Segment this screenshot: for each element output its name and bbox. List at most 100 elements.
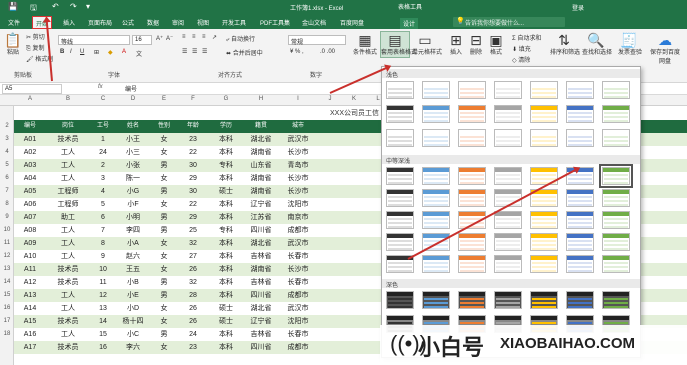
table-cell[interactable]: 本科 [208,289,244,302]
table-cell[interactable]: 女 [150,146,178,159]
table-cell[interactable]: 工人 [46,250,90,263]
copy-button[interactable]: ⎘ 复制 [26,43,44,53]
table-style-swatch[interactable] [386,105,414,123]
table-cell[interactable]: 26 [178,315,208,328]
table-style-swatch[interactable] [494,233,522,251]
tab-insert[interactable]: 插入 [63,18,75,27]
table-cell[interactable]: 7 [90,224,116,237]
table-cell[interactable]: A03 [14,159,46,172]
row-header[interactable]: 4 [0,149,14,155]
row-header[interactable]: 3 [0,136,14,142]
table-style-swatch[interactable] [458,189,486,207]
redo-icon[interactable]: ↷ [70,2,77,11]
table-cell[interactable]: 四川省 [244,224,278,237]
table-cell[interactable]: 小王 [116,133,150,146]
table-cell[interactable]: 本科 [208,250,244,263]
table-cell[interactable]: 四川省 [244,289,278,302]
fx-icon[interactable]: fx [98,84,103,90]
table-cell[interactable]: 男 [150,289,178,302]
table-cell[interactable]: 30 [178,159,208,172]
customize-qa-icon[interactable]: ▾ [86,2,90,11]
tab-formulas[interactable]: 公式 [122,18,134,27]
tell-me-search[interactable]: 💡 告诉我你想要做什么... [453,17,565,27]
insert-cells-button[interactable]: ⊞ 插入 [446,33,466,56]
format-cells-button[interactable]: ▣ 格式 [486,33,506,56]
table-cell[interactable]: 小A [116,237,150,250]
table-style-swatch[interactable] [494,167,522,185]
table-cell[interactable]: 5 [90,198,116,211]
table-cell[interactable]: A09 [14,237,46,250]
table-cell[interactable]: 四川省 [244,341,278,354]
table-cell[interactable]: 10 [90,263,116,276]
font-color-icon[interactable]: A [122,49,126,55]
table-style-swatch[interactable] [602,105,630,123]
table-cell[interactable]: 技术员 [46,133,90,146]
table-cell[interactable]: 女 [150,237,178,250]
table-style-swatch[interactable] [422,291,450,309]
table-cell[interactable]: 小B [116,276,150,289]
table-cell[interactable]: 23 [178,133,208,146]
table-cell[interactable]: 男 [150,328,178,341]
table-cell[interactable]: 29 [178,172,208,185]
table-cell[interactable]: 湖北省 [244,133,278,146]
table-cell[interactable]: A07 [14,211,46,224]
column-header[interactable]: A [14,96,46,102]
find-select-button[interactable]: 🔍 查找和选择 [582,33,612,56]
sort-filter-button[interactable]: ⇅ 排序和筛选 [550,33,580,56]
table-cell[interactable]: 小明 [116,211,150,224]
conditional-format-button[interactable]: ▦ 条件格式 [352,33,378,56]
table-style-swatch[interactable] [530,211,558,229]
column-header[interactable]: F [178,96,208,102]
table-cell[interactable]: 王五 [116,263,150,276]
table-style-swatch[interactable] [602,211,630,229]
row-header[interactable]: 17 [0,318,14,324]
table-cell[interactable]: 专科 [208,159,244,172]
table-style-swatch[interactable] [386,129,414,147]
table-cell[interactable]: A08 [14,224,46,237]
table-cell[interactable]: 吉林省 [244,276,278,289]
table-cell[interactable]: 本科 [208,328,244,341]
table-cell[interactable]: 小张 [116,159,150,172]
table-cell[interactable]: A12 [14,276,46,289]
phonetic-icon[interactable]: 文 [136,49,142,58]
table-cell[interactable]: 9 [90,250,116,263]
table-style-swatch[interactable] [566,129,594,147]
format-as-table-button[interactable]: ▤ 套用表格格式 [380,31,417,58]
table-header-cell[interactable] [342,120,366,133]
tab-developer[interactable]: 开发工具 [222,18,246,27]
save-baidu-button[interactable]: ☁ 保存到百度网盘 [648,33,682,65]
table-cell[interactable]: 3 [90,172,116,185]
table-cell[interactable]: 湖南省 [244,172,278,185]
table-cell[interactable]: 沈阳市 [278,315,318,328]
table-cell[interactable]: 李六 [116,341,150,354]
table-cell[interactable]: 湖南省 [244,185,278,198]
table-style-swatch[interactable] [602,255,630,273]
table-cell[interactable]: 12 [90,289,116,302]
row-header[interactable]: 6 [0,175,14,181]
table-cell[interactable]: 女 [150,341,178,354]
table-cell[interactable]: 技术员 [46,315,90,328]
column-header[interactable]: C [90,96,116,102]
table-header-cell[interactable] [318,120,342,133]
table-header-cell[interactable]: 岗位 [46,120,90,133]
table-style-swatch[interactable] [566,211,594,229]
table-cell[interactable]: 小三 [116,146,150,159]
table-cell[interactable]: 男 [150,159,178,172]
table-cell[interactable]: 30 [178,185,208,198]
table-cell[interactable]: 16 [90,341,116,354]
table-cell[interactable]: A01 [14,133,46,146]
row-header[interactable]: 10 [0,227,14,233]
table-cell[interactable]: 14 [90,315,116,328]
table-cell[interactable]: 25 [178,224,208,237]
autosave-icon[interactable]: 🖫 [30,2,37,16]
table-cell[interactable]: 女 [150,263,178,276]
table-style-swatch[interactable] [530,233,558,251]
table-style-swatch[interactable] [386,291,414,309]
table-cell[interactable]: 江苏省 [244,211,278,224]
align-left-icon[interactable]: ☰ [182,48,187,55]
table-cell[interactable]: 32 [178,237,208,250]
table-style-swatch[interactable] [566,255,594,273]
tab-pdf-tools[interactable]: PDF工具集 [260,18,290,27]
fill-color-icon[interactable]: ◆ [108,49,113,56]
table-style-swatch[interactable] [422,189,450,207]
